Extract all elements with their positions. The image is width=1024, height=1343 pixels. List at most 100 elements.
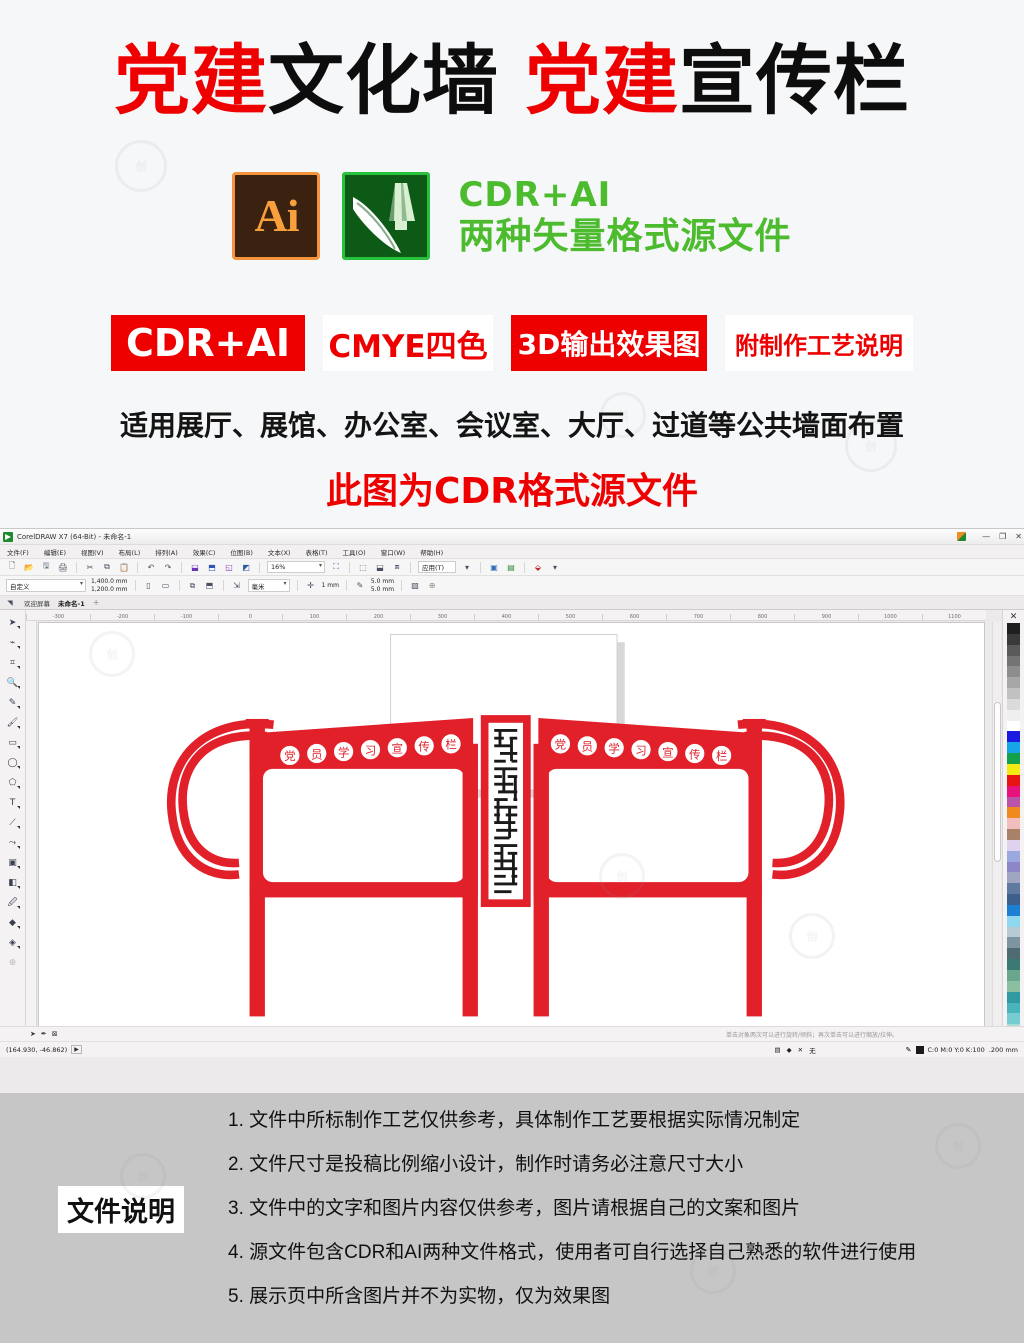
export-icon[interactable]: ⬒ [206, 561, 218, 573]
polygon-tool-icon[interactable]: ⬠ [5, 776, 21, 790]
format-logos-text: CDR+AI 两种矢量格式源文件 [458, 175, 791, 258]
artistic-media-icon[interactable]: 🖌 [5, 716, 21, 730]
fullscreen-icon[interactable]: ⛶ [330, 561, 342, 573]
align-icon[interactable]: ⬓ [374, 561, 386, 573]
drawing-canvas[interactable]: 党 员 学 习 宣 传 栏 党 员 学 习 宣 传 栏 [38, 622, 985, 1027]
ruler-tick: 1000 [858, 614, 922, 620]
close-button[interactable]: ✕ [1015, 533, 1022, 541]
menu-item-file[interactable]: 文件(F) [7, 547, 29, 557]
menu-item-table[interactable]: 表格(T) [305, 547, 327, 557]
page-height-input[interactable]: 1,200.0 mm [91, 586, 128, 593]
page-preset-dropdown[interactable]: 自定义 [6, 579, 86, 592]
menu-item-effects[interactable]: 效果(C) [193, 547, 216, 557]
status-doc-palette-icon: ▤ [774, 1045, 781, 1054]
color-palette[interactable]: ✕ [1002, 610, 1024, 1057]
current-page-icon[interactable]: ⬒ [204, 580, 216, 592]
transparency-icon[interactable]: ◧ [5, 876, 21, 890]
snap-to-icon[interactable]: ⬚ [357, 561, 369, 573]
nudge-distance-input[interactable]: 1 mm [322, 582, 339, 589]
restore-button[interactable]: ❐ [999, 533, 1006, 541]
cut-icon[interactable]: ✂ [84, 561, 96, 573]
standard-toolbar: 🗋 📂 🖫 🖨 ✂ ⧉ 📋 ↶ ↷ ⬓ ⬒ ◱ ◩ 16% ⛶ ⬚ ⬓ ⧈ 应用… [0, 559, 1024, 576]
redo-icon[interactable]: ↷ [162, 561, 174, 573]
launch-icon[interactable]: ◩ [240, 561, 252, 573]
options-dropdown[interactable]: 应用(T) [418, 561, 456, 573]
object-manager-icon[interactable]: ▤ [505, 561, 517, 573]
ellipse-tool-icon[interactable]: ◯ [5, 756, 21, 770]
tab-add-button[interactable]: + [93, 598, 100, 607]
open-icon[interactable]: 📂 [23, 561, 35, 573]
units-dropdown[interactable]: 毫米 [247, 579, 290, 592]
promo-page: 党建文化墙 党建宣传栏 创 创 创 Ai CDR+AI 两种矢量格式源文件 CD… [0, 0, 1024, 1343]
menu-item-view[interactable]: 视图(V) [81, 547, 104, 557]
status-fill-outline: ▤ ◆ ✕ 无 [775, 1045, 816, 1055]
print-icon[interactable]: 🖨 [57, 561, 69, 573]
tab-nav-icon[interactable]: ◥ [4, 597, 16, 609]
interactive-fill-icon[interactable]: ◆ [5, 916, 21, 930]
bulletin-board-artwork[interactable]: 党 员 学 习 宣 传 栏 党 员 学 习 宣 传 栏 [39, 623, 984, 1026]
new-icon[interactable]: 🗋 [6, 561, 18, 573]
zoom-level-input[interactable]: 16% [267, 561, 325, 573]
menu-item-edit[interactable]: 编辑(E) [44, 547, 66, 557]
illustrator-logo-icon: Ai [232, 172, 321, 260]
freehand-tool-icon[interactable]: ✎ [5, 696, 21, 710]
publish-pdf-icon[interactable]: ◱ [223, 561, 235, 573]
menu-item-arrange[interactable]: 排列(A) [155, 547, 178, 557]
undo-icon[interactable]: ↶ [145, 561, 157, 573]
color-styles-icon[interactable]: ⬙ [532, 561, 544, 573]
group-icon[interactable]: ⧈ [391, 561, 403, 573]
rectangle-tool-icon[interactable]: ▭ [5, 736, 21, 750]
page-width-input[interactable]: 1,400.0 mm [91, 578, 128, 585]
color-eyedropper-icon[interactable]: 🖉 [5, 896, 21, 910]
vertical-scrollbar-thumb[interactable] [994, 702, 1001, 862]
drop-shadow-icon[interactable]: ▣ [5, 856, 21, 870]
landscape-orientation-icon[interactable]: ▭ [160, 580, 172, 592]
coreldraw-app-icon [3, 531, 13, 542]
all-pages-icon[interactable]: ⧉ [187, 580, 199, 592]
menu-item-window[interactable]: 窗口(W) [381, 547, 406, 557]
menu-item-layout[interactable]: 布局(L) [119, 547, 141, 557]
dropdown-arrow-icon[interactable]: ▾ [461, 561, 473, 573]
copy-icon[interactable]: ⧉ [101, 561, 113, 573]
crop-tool-icon[interactable]: ⌗ [5, 656, 21, 670]
duplicate-distance-icon: ✎ [356, 581, 364, 590]
status-pick-icon: ➤ [30, 1030, 36, 1038]
portrait-orientation-icon[interactable]: ▯ [143, 580, 155, 592]
zoom-tool-icon[interactable]: 🔍 [5, 676, 21, 690]
parallel-dimension-icon[interactable]: ⟋ [5, 816, 21, 830]
save-icon[interactable]: 🖫 [40, 561, 52, 573]
duplicate-x-input[interactable]: 5.0 mm [371, 578, 394, 585]
tab-untitled-1[interactable]: 未命名-1 [58, 598, 85, 608]
dropdown-arrow-icon[interactable]: ▾ [549, 561, 561, 573]
no-color-swatch[interactable]: ✕ [1010, 612, 1018, 622]
smart-fill-icon[interactable]: ◈ [5, 936, 21, 950]
status-expand-button[interactable]: ▶ [71, 1045, 82, 1054]
ruler-tick: 900 [794, 614, 858, 620]
minimize-button[interactable]: — [982, 533, 990, 541]
note-item: 4. 源文件包含CDR和AI两种文件格式，使用者可自行选择自己熟悉的软件进行使用 [228, 1242, 917, 1263]
status-bar-tools: ➤ ✒ ⊠ 单击对象两次可以进行旋转/倾斜；再次单击可以进行缩放/拉伸。 [0, 1026, 1024, 1041]
application-launcher-icon[interactable]: ▣ [488, 561, 500, 573]
duplicate-y-input[interactable]: 5.0 mm [371, 586, 394, 593]
vertical-scrollbar[interactable] [992, 622, 1001, 1027]
svg-text:员: 员 [582, 740, 594, 754]
paste-icon[interactable]: 📋 [118, 561, 130, 573]
menu-item-text[interactable]: 文本(X) [268, 547, 291, 557]
text-tool-icon[interactable]: T [5, 796, 21, 810]
add-page-plus-icon[interactable]: ⊕ [426, 580, 438, 592]
straight-line-connector-icon[interactable]: ⤳ [5, 836, 21, 850]
palette-swatches[interactable] [1007, 623, 1020, 1057]
menu-item-bitmaps[interactable]: 位图(B) [230, 547, 253, 557]
tab-welcome-screen[interactable]: 欢迎屏幕 [24, 598, 50, 608]
menu-item-tools[interactable]: 工具(O) [343, 547, 366, 557]
import-icon[interactable]: ⬓ [189, 561, 201, 573]
title-part1-red: 党建 [114, 39, 268, 124]
menu-item-help[interactable]: 帮助(H) [420, 547, 443, 557]
pick-tool-icon[interactable]: ➤ [5, 616, 21, 630]
add-page-icon[interactable]: ⊕ [5, 956, 21, 970]
page-border-icon[interactable]: ▨ [409, 580, 421, 592]
shape-tool-icon[interactable]: ⌁ [5, 636, 21, 650]
page-dimensions: 1,400.0 mm 1,200.0 mm [91, 578, 128, 593]
ruler-tick: 500 [538, 614, 602, 620]
file-description-label: 文件说明 [58, 1186, 184, 1233]
